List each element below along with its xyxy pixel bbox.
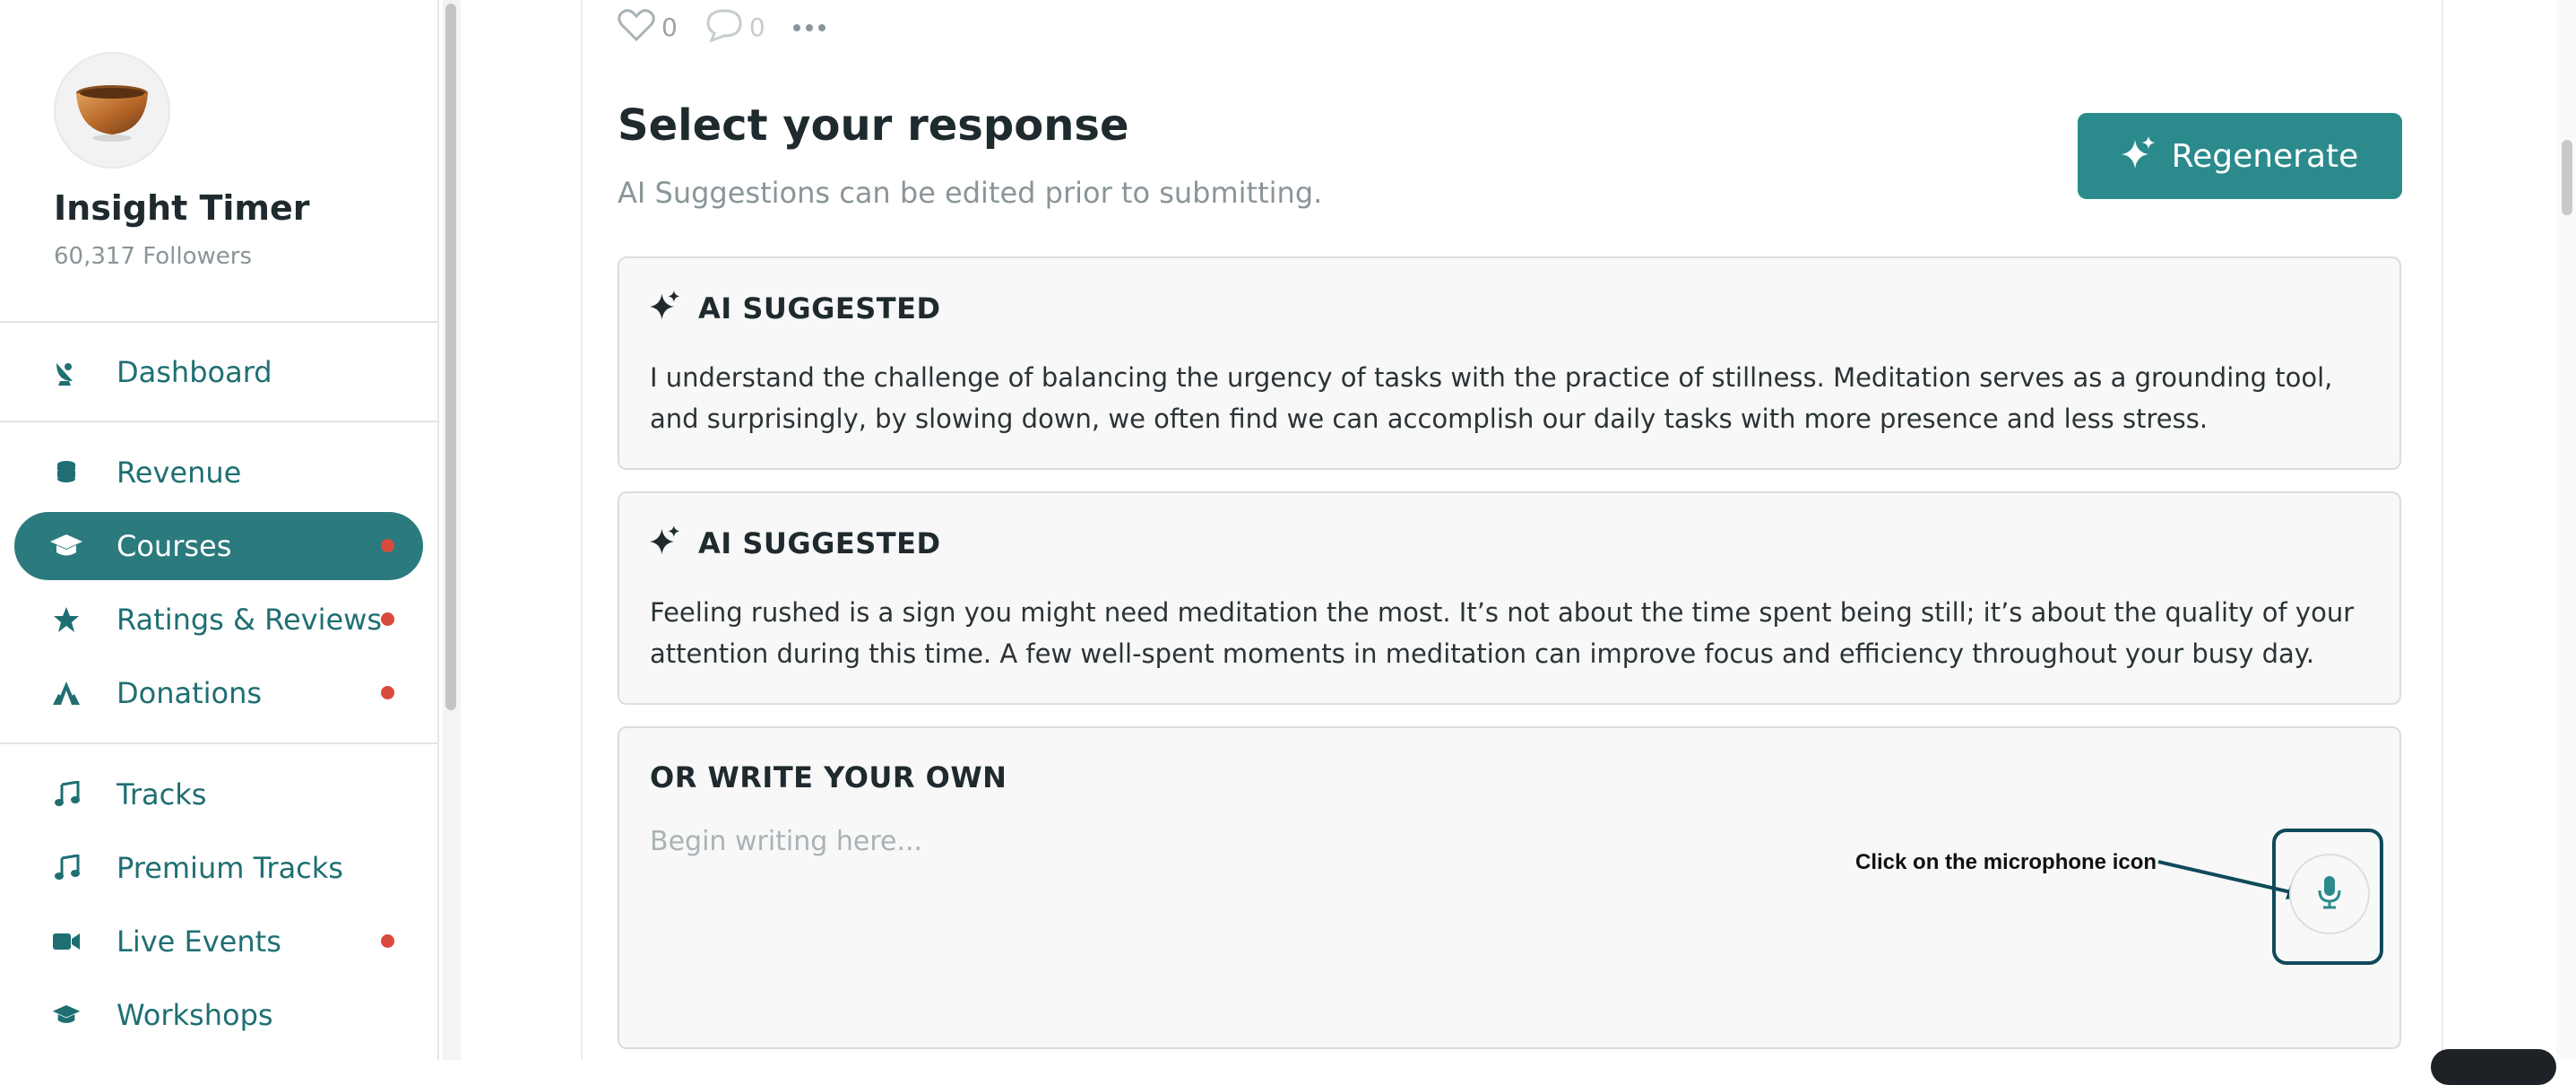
graduation-cap-icon (48, 997, 84, 1033)
sidebar-divider (0, 742, 437, 744)
sidebar-item-label: Ratings & Reviews (117, 603, 382, 637)
sidebar-item-label: Dashboard (117, 355, 272, 389)
sidebar-item-workshops[interactable]: Workshops (14, 981, 423, 1049)
sidebar-item-donations[interactable]: Donations (14, 659, 423, 727)
star-icon (48, 602, 84, 638)
sidebar-item-premium-tracks[interactable]: Premium Tracks (14, 834, 423, 902)
suggestion-header: AI SUGGESTED (650, 291, 941, 326)
coins-icon (48, 455, 84, 490)
satellite-dish-icon (48, 354, 84, 390)
profile-avatar[interactable] (54, 52, 170, 169)
regenerate-button-label: Regenerate (2171, 137, 2359, 175)
suggestion-title: AI SUGGESTED (698, 526, 941, 560)
sidebar-item-ratings-reviews[interactable]: Ratings & Reviews (14, 586, 423, 654)
chat-widget-button[interactable] (2431, 1049, 2556, 1085)
regenerate-button[interactable]: Regenerate (2078, 113, 2402, 199)
page-subtitle: AI Suggestions can be edited prior to su… (618, 176, 1323, 210)
sidebar-item-label: Live Events (117, 924, 281, 959)
sidebar-divider (0, 321, 437, 323)
like-count: 0 (661, 12, 678, 42)
notification-dot (381, 612, 394, 626)
more-options-icon[interactable] (792, 19, 826, 36)
sidebar-item-courses[interactable]: Courses (14, 512, 423, 580)
page-title: Select your response (618, 100, 1129, 151)
sidebar-item-label: Revenue (117, 456, 242, 490)
sidebar-item-live-events[interactable]: Live Events (14, 907, 423, 976)
suggestion-title: AI SUGGESTED (698, 291, 941, 326)
sidebar-scrollbar-thumb[interactable] (445, 4, 456, 710)
sidebar-item-revenue[interactable]: Revenue (14, 438, 423, 507)
notification-dot (381, 686, 394, 699)
comment-icon[interactable] (705, 7, 744, 47)
sidebar-divider (0, 421, 437, 422)
microphone-button[interactable] (2289, 854, 2370, 934)
sidebar-item-dashboard[interactable]: Dashboard (14, 338, 423, 406)
video-camera-icon (48, 924, 84, 959)
profile-followers: 60,317 Followers (54, 243, 253, 270)
notification-dot (381, 934, 394, 948)
sparkle-icon (2121, 136, 2156, 176)
write-your-own-box: OR WRITE YOUR OWN (618, 726, 2401, 1049)
sidebar-item-tracks[interactable]: Tracks (14, 760, 423, 829)
music-note-icon (48, 850, 84, 886)
tutorial-annotation: Click on the microphone icon (1855, 850, 2157, 874)
suggestion-text: I understand the challenge of balancing … (650, 362, 2333, 434)
graduation-cap-icon (48, 528, 84, 564)
reaction-bar: 0 0 (617, 7, 826, 47)
sparkle-icon (650, 291, 680, 326)
ai-suggestion-option[interactable]: AI SUGGESTED Feeling rushed is a sign yo… (618, 491, 2401, 705)
sidebar-item-label: Tracks (117, 777, 207, 812)
page-scrollbar-thumb[interactable] (2562, 140, 2572, 215)
sidebar-item-label: Donations (117, 676, 263, 710)
singing-bowl-icon (76, 85, 148, 142)
response-text-input[interactable] (650, 814, 1994, 868)
heart-icon[interactable] (617, 7, 656, 47)
music-note-icon (48, 777, 84, 812)
sparkle-icon (650, 525, 680, 561)
write-your-own-title: OR WRITE YOUR OWN (650, 760, 1007, 794)
donation-hands-icon (48, 675, 84, 711)
comment-count: 0 (748, 12, 765, 42)
sidebar-item-label: Premium Tracks (117, 851, 343, 885)
profile-name: Insight Timer (54, 188, 310, 228)
sidebar-item-label: Courses (117, 529, 232, 563)
notification-dot (381, 539, 394, 552)
sidebar: Insight Timer 60,317 Followers Dashboard… (0, 0, 439, 1060)
sidebar-item-label: Workshops (117, 998, 273, 1032)
suggestion-header: AI SUGGESTED (650, 525, 941, 561)
ai-suggestion-option[interactable]: AI SUGGESTED I understand the challenge … (618, 256, 2401, 470)
suggestion-text: Feeling rushed is a sign you might need … (650, 597, 2355, 669)
microphone-icon (2316, 874, 2343, 914)
